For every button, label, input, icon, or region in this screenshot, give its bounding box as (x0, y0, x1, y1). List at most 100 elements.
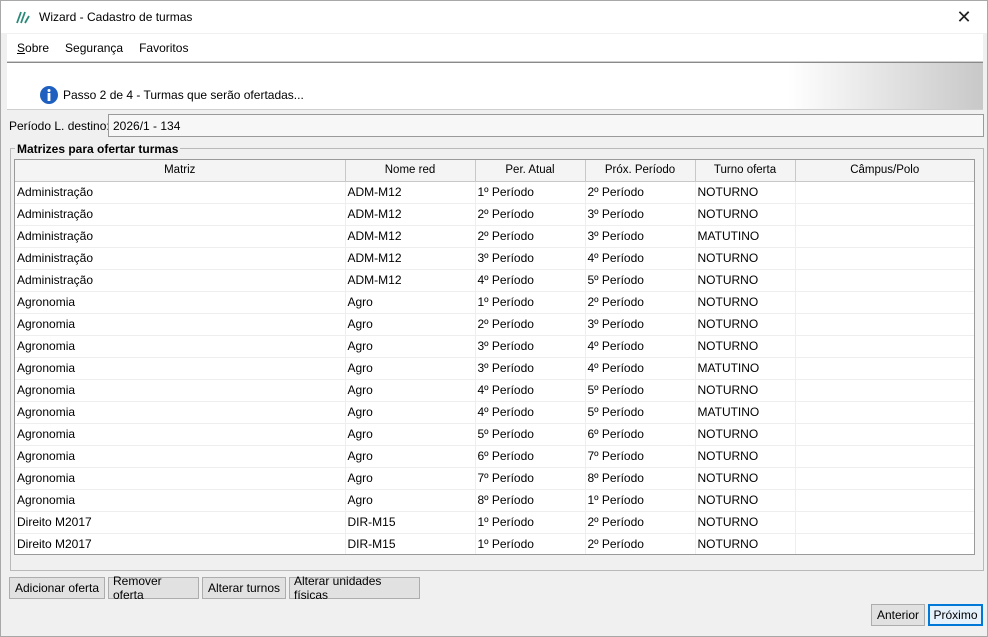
cell-prox-periodo: 3º Período (585, 225, 696, 248)
periodo-row: Período L. destino: (9, 115, 113, 137)
cell-prox-periodo: 2º Período (585, 511, 696, 534)
table-row[interactable]: Agronomia Agro 2º Período 3º Período NOTURNO (15, 313, 974, 336)
cell-matriz: Administração (15, 203, 346, 226)
cell-prox-periodo: 2º Período (585, 291, 696, 314)
table-row[interactable]: Administração ADM-M12 2º Período 3º Período… (15, 203, 974, 226)
cell-per-atual: 6º Período (475, 445, 586, 468)
matrizes-table: Matriz Nome red Per. Atual Próx. Período… (14, 159, 975, 555)
alterar-unidades-fisicas-button[interactable]: Alterar unidades físicas (289, 574, 420, 602)
cell-turno-oferta: NOTURNO (695, 181, 796, 204)
cell-campus-polo (795, 291, 974, 314)
column-header-per-atual[interactable]: Per. Atual (475, 160, 586, 182)
cell-per-atual: 4º Período (475, 401, 586, 424)
cell-matriz: Agronomia (15, 445, 346, 468)
cell-prox-periodo: 1º Período (585, 489, 696, 512)
close-icon[interactable]: ✕ (941, 1, 987, 33)
cell-campus-polo (795, 203, 974, 226)
menu-sobre[interactable]: Sobre (17, 41, 49, 55)
cell-campus-polo (795, 511, 974, 534)
cell-campus-polo (795, 225, 974, 248)
cell-nome-red: Agro (345, 423, 476, 446)
cell-nome-red: ADM-M12 (345, 247, 476, 270)
cell-per-atual: 2º Período (475, 203, 586, 226)
table-row[interactable]: Agronomia Agro 4º Período 5º Período MATUTIN… (15, 401, 974, 424)
table-row[interactable]: Agronomia Agro 1º Período 2º Período NOTURNO (15, 291, 974, 314)
cell-prox-periodo: 5º Período (585, 269, 696, 292)
menu-seguranca[interactable]: Segurança (65, 41, 123, 55)
column-header-nome-red[interactable]: Nome red (345, 160, 476, 182)
cell-nome-red: Agro (345, 291, 476, 314)
cell-nome-red: Agro (345, 357, 476, 380)
table-row[interactable]: Agronomia Agro 6º Período 7º Período NOTURNO (15, 445, 974, 468)
adicionar-oferta-button[interactable]: Adicionar oferta (9, 577, 105, 599)
column-header-campus-polo[interactable]: Câmpus/Polo (795, 160, 974, 182)
cell-prox-periodo: 7º Período (585, 445, 696, 468)
cell-nome-red: Agro (345, 379, 476, 402)
cell-per-atual: 3º Período (475, 247, 586, 270)
table-row[interactable]: Agronomia Agro 3º Período 4º Período NOTURNO (15, 335, 974, 358)
cell-nome-red: ADM-M12 (345, 203, 476, 226)
column-header-prox-periodo[interactable]: Próx. Período (585, 160, 696, 182)
cell-matriz: Agronomia (15, 335, 346, 358)
cell-nome-red: Agro (345, 445, 476, 468)
cell-prox-periodo: 3º Período (585, 313, 696, 336)
table-row[interactable]: Agronomia Agro 5º Período 6º Período NOTURNO (15, 423, 974, 446)
table-row[interactable]: Administração ADM-M12 1º Período 2º Período… (15, 181, 974, 204)
table-row[interactable]: Agronomia Agro 8º Período 1º Período NOTURNO (15, 489, 974, 512)
cell-prox-periodo: 2º Período (585, 181, 696, 204)
table-row[interactable]: Agronomia Agro 3º Período 4º Período MATUTIN… (15, 357, 974, 380)
cell-matriz: Agronomia (15, 401, 346, 424)
alterar-turnos-button[interactable]: Alterar turnos (202, 577, 286, 599)
cell-nome-red: ADM-M12 (345, 181, 476, 204)
cell-matriz: Agronomia (15, 291, 346, 314)
table-row[interactable]: Administração ADM-M12 2º Período 3º Período… (15, 225, 974, 248)
cell-matriz: Direito M2017 (15, 511, 346, 534)
cell-turno-oferta: NOTURNO (695, 203, 796, 226)
cell-per-atual: 4º Período (475, 379, 586, 402)
table-row[interactable]: Administração ADM-M12 4º Período 5º Período… (15, 269, 974, 292)
title-bar[interactable]: Wizard - Cadastro de turmas ✕ (1, 1, 987, 33)
groupbox-title: Matrizes para ofertar turmas (15, 142, 181, 156)
cell-campus-polo (795, 445, 974, 468)
anterior-button[interactable]: Anterior (871, 604, 925, 626)
cell-campus-polo (795, 181, 974, 204)
cell-prox-periodo: 5º Período (585, 379, 696, 402)
proximo-button[interactable]: Próximo (928, 604, 983, 626)
cell-prox-periodo: 6º Período (585, 423, 696, 446)
table-edge (974, 160, 975, 555)
table-row[interactable]: Direito M2017 DIR-M15 1º Período 2º Período… (15, 533, 974, 554)
cell-campus-polo (795, 467, 974, 490)
periodo-label: Período L. destino: (9, 119, 110, 133)
cell-per-atual: 1º Período (475, 181, 586, 204)
app-logo-icon (15, 9, 31, 25)
table-row[interactable]: Administração ADM-M12 3º Período 4º Período… (15, 247, 974, 270)
cell-campus-polo (795, 379, 974, 402)
cell-campus-polo (795, 423, 974, 446)
cell-turno-oferta: NOTURNO (695, 533, 796, 554)
cell-matriz: Agronomia (15, 357, 346, 380)
periodo-destino-field[interactable]: 2026/1 - 134 (108, 114, 984, 137)
menu-favoritos[interactable]: Favoritos (139, 41, 188, 55)
table-row[interactable]: Agronomia Agro 4º Período 5º Período NOTURNO (15, 379, 974, 402)
cell-per-atual: 7º Período (475, 467, 586, 490)
cell-matriz: Administração (15, 247, 346, 270)
column-header-matriz[interactable]: Matriz (15, 160, 346, 182)
window-title: Wizard - Cadastro de turmas (39, 10, 193, 24)
cell-matriz: Direito M2017 (15, 533, 346, 554)
menu-sobre-mnemonic: S (17, 40, 26, 55)
table-row[interactable]: Agronomia Agro 7º Período 8º Período NOTURNO (15, 467, 974, 490)
cell-per-atual: 1º Período (475, 533, 586, 554)
wizard-window: Wizard - Cadastro de turmas ✕ Sobre Segu… (0, 0, 988, 637)
menu-bar: Sobre Segurança Favoritos (7, 34, 983, 62)
cell-matriz: Agronomia (15, 379, 346, 402)
table-header-row: Matriz Nome red Per. Atual Próx. Período… (15, 160, 974, 182)
info-icon (39, 85, 59, 105)
cell-per-atual: 4º Período (475, 269, 586, 292)
cell-per-atual: 2º Período (475, 313, 586, 336)
cell-campus-polo (795, 247, 974, 270)
column-header-turno-oferta[interactable]: Turno oferta (695, 160, 796, 182)
remover-oferta-button[interactable]: Remover oferta (108, 574, 199, 602)
table-row[interactable]: Direito M2017 DIR-M15 1º Período 2º Período… (15, 511, 974, 534)
cell-turno-oferta: NOTURNO (695, 511, 796, 534)
cell-matriz: Administração (15, 181, 346, 204)
